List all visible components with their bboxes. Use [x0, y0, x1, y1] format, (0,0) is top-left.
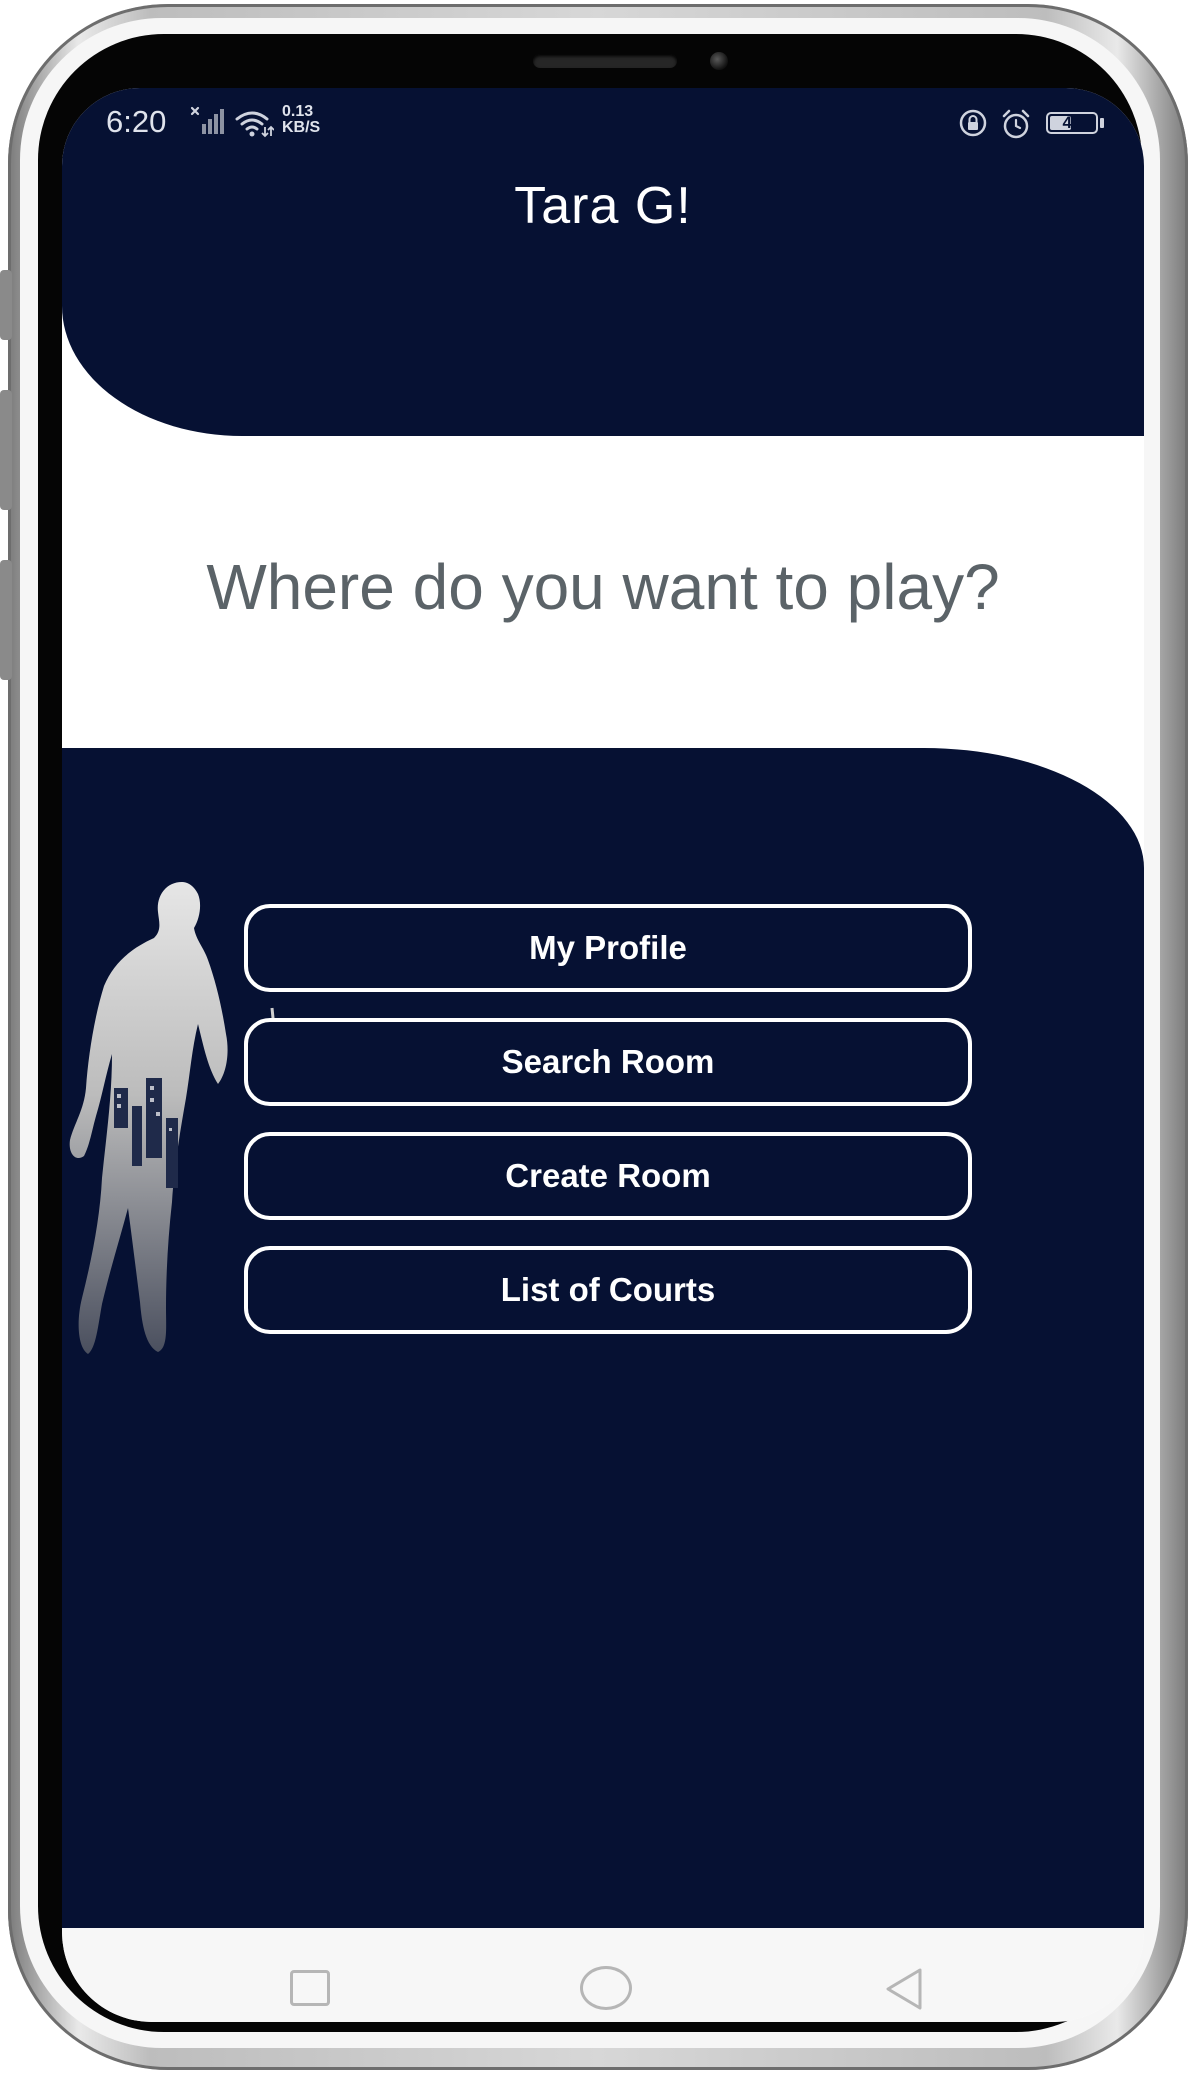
my-profile-button[interactable]: My Profile — [244, 904, 972, 992]
battery-level: 47 — [1062, 113, 1082, 132]
create-room-button[interactable]: Create Room — [244, 1132, 972, 1220]
side-button-top — [0, 270, 12, 340]
wifi-icon — [235, 111, 274, 138]
back-icon[interactable] — [880, 1964, 930, 2014]
front-camera — [710, 52, 728, 70]
app-title: Tara G! — [514, 177, 692, 235]
status-bar: 6:20 0.13 KB/S 47 — [62, 88, 1144, 158]
system-navigation-bar — [62, 1928, 1144, 2022]
app-screen: 6:20 0.13 KB/S 47 Tara G! Where do you w… — [62, 88, 1144, 2022]
volume-down-button — [0, 560, 12, 680]
earpiece-speaker — [533, 54, 677, 68]
alarm-icon — [1002, 109, 1030, 139]
network-speed-unit: KB/S — [282, 119, 321, 136]
play-location-prompt: Where do you want to play? — [206, 551, 1000, 623]
volume-up-button — [0, 390, 12, 510]
home-icon[interactable] — [580, 1966, 632, 2010]
network-speed: 0.13 KB/S — [282, 104, 320, 136]
signal-icon — [190, 106, 224, 134]
search-room-button[interactable]: Search Room — [244, 1018, 972, 1106]
status-time: 6:20 — [106, 104, 167, 139]
battery-indicator: 47 — [1046, 112, 1098, 134]
recents-icon[interactable] — [290, 1970, 330, 2006]
network-speed-value: 0.13 — [282, 103, 314, 120]
list-of-courts-button[interactable]: List of Courts — [244, 1246, 972, 1334]
lock-rotation-icon — [959, 109, 987, 137]
battery-nub — [1100, 118, 1104, 128]
